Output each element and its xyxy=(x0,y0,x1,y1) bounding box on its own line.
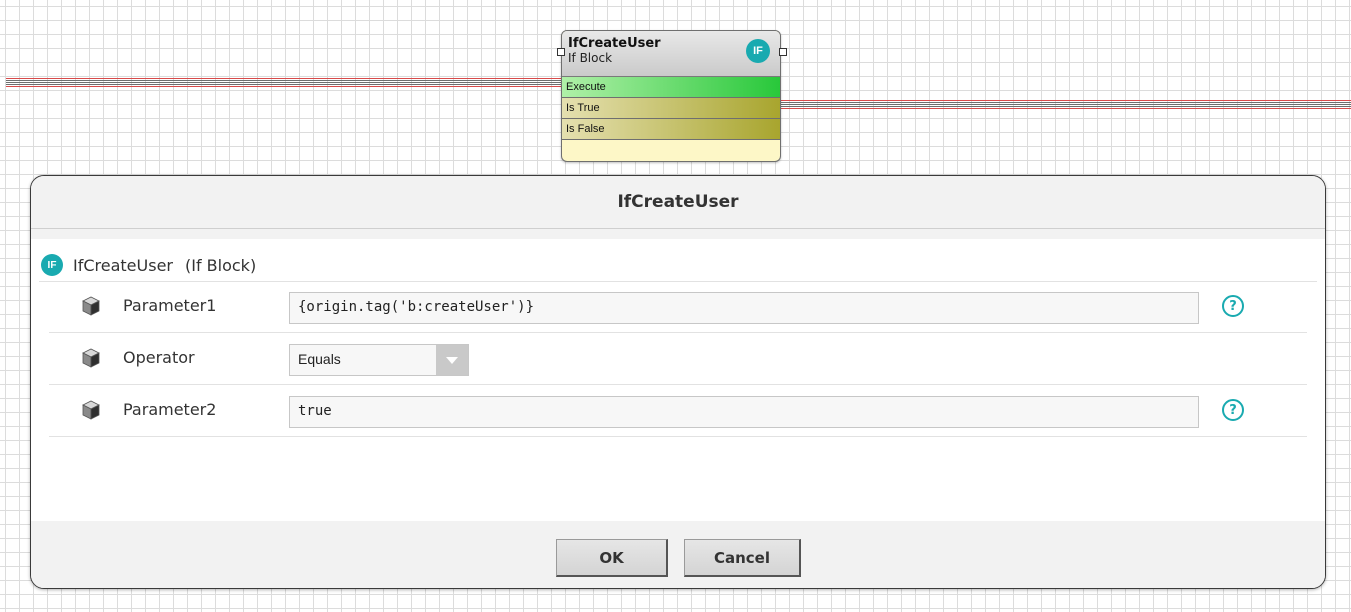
property-row-parameter1: Parameter1 {origin.tag('b:createUser')} … xyxy=(49,282,1307,333)
if-block-snap[interactable]: IfCreateUser If Block IF Execute Is True… xyxy=(561,30,781,162)
dialog-footer: OK Cancel xyxy=(31,521,1325,588)
input-wire xyxy=(6,78,562,87)
chevron-down-icon[interactable] xyxy=(436,345,468,375)
ok-button[interactable]: OK xyxy=(556,539,668,577)
cube-icon xyxy=(82,400,100,420)
block-type: (If Block) xyxy=(184,255,257,275)
snap-row-execute[interactable]: Execute xyxy=(562,77,780,98)
input-port[interactable] xyxy=(557,48,565,56)
dialog-title: IfCreateUser xyxy=(31,176,1325,229)
parameter2-input[interactable]: true xyxy=(289,396,1199,428)
output-wire xyxy=(780,100,1351,109)
cancel-button[interactable]: Cancel xyxy=(684,539,801,577)
snap-title: IfCreateUser xyxy=(568,36,661,51)
help-icon[interactable]: ? xyxy=(1222,295,1244,317)
snap-row-is-true[interactable]: Is True xyxy=(562,98,780,119)
cube-icon xyxy=(82,348,100,368)
block-name: IfCreateUser xyxy=(73,255,173,275)
parameter1-label: Parameter1 xyxy=(123,296,217,315)
output-port[interactable] xyxy=(779,48,787,56)
if-icon: IF xyxy=(41,254,63,276)
operator-select[interactable]: Equals xyxy=(289,344,469,376)
parameter1-input[interactable]: {origin.tag('b:createUser')} xyxy=(289,292,1199,324)
block-header-row: IF IfCreateUser (If Block) xyxy=(39,249,1317,282)
properties-dialog: IfCreateUser IF IfCreateUser (If Block) … xyxy=(30,175,1326,589)
property-row-operator: Operator Equals xyxy=(49,334,1307,385)
snap-subtitle: If Block xyxy=(568,51,613,65)
property-row-parameter2: Parameter2 true ? xyxy=(49,386,1307,437)
snap-row-is-false[interactable]: Is False xyxy=(562,119,780,140)
cube-icon xyxy=(82,296,100,316)
operator-select-value: Equals xyxy=(298,351,341,367)
operator-label: Operator xyxy=(123,348,195,367)
dialog-body: IF IfCreateUser (If Block) Parameter1 {o… xyxy=(31,239,1325,521)
snap-header: IfCreateUser If Block IF xyxy=(562,31,780,77)
parameter2-label: Parameter2 xyxy=(123,400,217,419)
if-icon: IF xyxy=(746,39,770,63)
help-icon[interactable]: ? xyxy=(1222,399,1244,421)
